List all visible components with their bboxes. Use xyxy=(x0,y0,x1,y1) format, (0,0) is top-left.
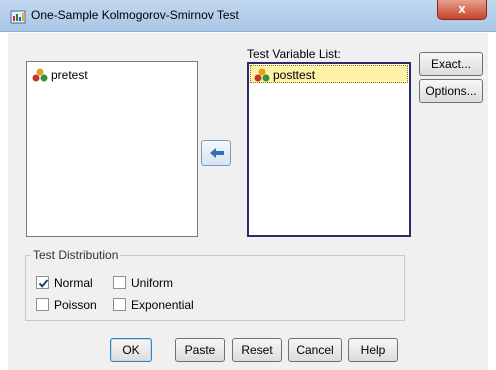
normal-checkbox[interactable] xyxy=(36,276,49,289)
uniform-label: Uniform xyxy=(131,276,174,290)
poisson-label: Poisson xyxy=(54,298,97,312)
scale-variable-icon xyxy=(254,68,270,82)
exact-button[interactable]: Exact... xyxy=(419,52,483,76)
list-item[interactable]: pretest xyxy=(29,66,189,84)
scale-variable-icon xyxy=(32,68,48,82)
dialog-body: pretest Test Variable List: posttest Exa… xyxy=(8,33,488,370)
help-button[interactable]: Help xyxy=(348,338,398,362)
test-variable-list[interactable]: posttest xyxy=(247,62,411,237)
options-button[interactable]: Options... xyxy=(419,79,483,103)
reset-button[interactable]: Reset xyxy=(232,338,282,362)
title-bar: One-Sample Kolmogorov-Smirnov Test x xyxy=(0,0,496,32)
arrow-left-icon xyxy=(210,148,224,158)
window-title: One-Sample Kolmogorov-Smirnov Test xyxy=(31,8,239,22)
poisson-checkbox[interactable] xyxy=(36,298,49,311)
list-item[interactable]: posttest xyxy=(250,65,408,83)
move-variable-button[interactable] xyxy=(201,140,231,166)
exponential-label: Exponential xyxy=(131,298,194,312)
uniform-checkbox[interactable] xyxy=(113,276,126,289)
spss-app-icon xyxy=(10,8,26,24)
test-variable-list-label: Test Variable List: xyxy=(247,47,341,61)
source-variable-list[interactable]: pretest xyxy=(26,61,198,237)
exponential-checkbox[interactable] xyxy=(113,298,126,311)
normal-label: Normal xyxy=(54,276,93,290)
test-distribution-group: Test Distribution Normal Uniform Poisson… xyxy=(25,248,405,321)
variable-label: posttest xyxy=(273,68,316,82)
group-title: Test Distribution xyxy=(31,248,121,262)
variable-label: pretest xyxy=(51,68,88,82)
dialog-window: One-Sample Kolmogorov-Smirnov Test x pre… xyxy=(0,0,496,370)
test-variable-list-label-text: Test Variable List: xyxy=(247,47,341,61)
paste-button[interactable]: Paste xyxy=(175,338,225,362)
close-button[interactable]: x xyxy=(437,0,487,20)
ok-button[interactable]: OK xyxy=(110,338,152,362)
checkmark-icon xyxy=(38,279,49,288)
cancel-button[interactable]: Cancel xyxy=(288,338,342,362)
